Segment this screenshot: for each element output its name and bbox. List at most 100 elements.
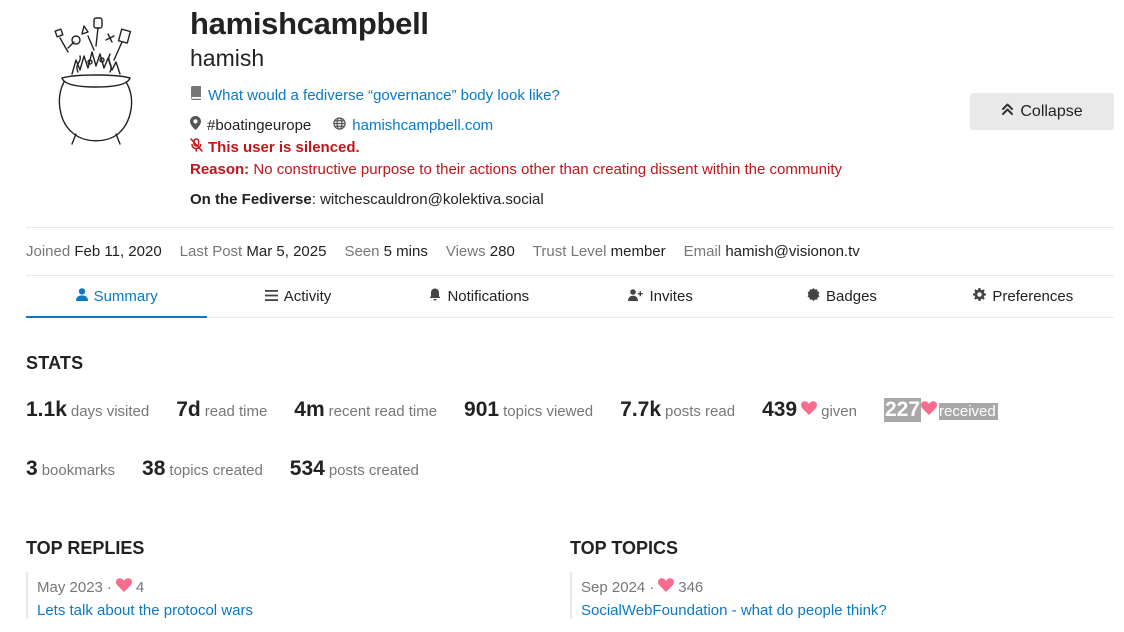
info-email-label: Email xyxy=(683,243,722,260)
stat-value: 227 xyxy=(883,398,922,422)
user-plus-icon xyxy=(628,288,644,305)
info-views-value: 280 xyxy=(489,243,515,260)
microphone-slash-icon xyxy=(190,138,203,156)
item-title-link[interactable]: SocialWebFoundation - what do people thi… xyxy=(581,602,1114,619)
info-email-value: hamish@visionon.tv xyxy=(725,243,860,260)
book-icon xyxy=(190,86,202,104)
reason-label: Reason: xyxy=(190,161,250,178)
item-meta: Sep 2024 · 346 xyxy=(581,578,1114,596)
info-seen-value: 5 mins xyxy=(383,243,428,260)
info-views: Views 280 xyxy=(446,243,515,260)
top-replies-heading: TOP REPLIES xyxy=(26,538,145,558)
tab-preferences-label: Preferences xyxy=(992,288,1074,305)
stat-label: days visited xyxy=(70,403,150,420)
stat-label: bookmarks xyxy=(41,462,116,479)
certificate-icon xyxy=(807,288,820,305)
info-last-post-value[interactable]: Mar 5, 2025 xyxy=(246,243,326,260)
stat-label: posts read xyxy=(665,403,736,420)
separator-dot: · xyxy=(649,578,655,596)
cauldron-avatar-image xyxy=(54,17,133,145)
stat-label: recent read time xyxy=(328,403,438,420)
profile-meta-line: #boatingeurope hamishcampbell.com xyxy=(190,116,493,134)
stat-likes-received: 227 received xyxy=(883,398,998,422)
info-joined-value: Feb 11, 2020 xyxy=(74,243,162,260)
tab-badges[interactable]: Badges xyxy=(751,276,932,317)
stat-label: given xyxy=(821,403,857,420)
info-trust-level: Trust Level member xyxy=(533,243,666,260)
tab-notifications-label: Notifications xyxy=(447,288,530,305)
profile-full-name: hamish xyxy=(190,45,265,71)
tab-invites[interactable]: Invites xyxy=(570,276,751,317)
top-replies-list: May 2023 · 4 Lets talk about the protoco… xyxy=(26,572,546,619)
silenced-label: This user is silenced. xyxy=(208,138,360,156)
item-likes: 346 xyxy=(678,578,704,596)
list-item: May 2023 · 4 Lets talk about the protoco… xyxy=(37,578,546,619)
fediverse-label: On the Fediverse xyxy=(190,191,312,208)
item-date: May 2023 xyxy=(37,578,103,596)
info-joined: Joined Feb 11, 2020 xyxy=(26,243,162,260)
avatar[interactable] xyxy=(46,12,146,152)
info-views-label: Views xyxy=(445,243,486,260)
tab-preferences[interactable]: Preferences xyxy=(933,276,1114,317)
user-icon xyxy=(75,288,88,305)
tab-summary-label: Summary xyxy=(93,288,158,305)
stat-topics-created[interactable]: 38 topics created xyxy=(142,457,263,481)
stat-value: 3 xyxy=(26,457,38,480)
info-trust-level-label: Trust Level xyxy=(532,243,607,260)
silenced-reason: Reason: No constructive purpose to their… xyxy=(190,161,842,178)
stat-bookmarks[interactable]: 3 bookmarks xyxy=(26,457,115,481)
item-date: Sep 2024 xyxy=(581,578,646,596)
map-marker-icon xyxy=(190,116,201,134)
stat-label: received xyxy=(939,403,998,420)
heart-icon xyxy=(658,578,675,596)
stat-value: 534 xyxy=(289,457,325,480)
fediverse-account: On the Fediverse: witchescauldron@kolekt… xyxy=(190,191,544,208)
item-meta: May 2023 · 4 xyxy=(37,578,546,596)
profile-username: hamishcampbell xyxy=(190,6,429,41)
stat-label: posts created xyxy=(328,462,419,479)
top-topics-heading: TOP TOPICS xyxy=(570,538,679,558)
stat-value: 38 xyxy=(142,457,166,480)
tab-invites-label: Invites xyxy=(649,288,693,305)
heart-icon xyxy=(115,578,132,596)
tab-activity[interactable]: Activity xyxy=(207,276,388,317)
info-joined-label: Joined xyxy=(26,243,71,260)
list-item: Sep 2024 · 346 SocialWebFoundation - wha… xyxy=(581,578,1114,619)
collapse-button[interactable]: Collapse xyxy=(970,93,1114,130)
stat-recent-read-time: 4m recent read time xyxy=(294,398,437,422)
tab-notifications[interactable]: Notifications xyxy=(389,276,570,317)
gear-icon xyxy=(973,288,987,305)
stat-label: read time xyxy=(204,403,268,420)
fediverse-handle: witchescauldron@kolektiva.social xyxy=(320,191,544,208)
separator-dot: · xyxy=(106,578,112,596)
tab-activity-label: Activity xyxy=(283,288,332,305)
collapse-button-label: Collapse xyxy=(1020,102,1083,120)
globe-icon xyxy=(333,116,346,134)
stat-posts-read: 7.7k posts read xyxy=(620,398,735,422)
stat-value: 439 xyxy=(762,398,798,421)
featured-topic: What would a fediverse “governance” body… xyxy=(190,86,560,104)
bell-icon xyxy=(429,288,441,305)
stat-read-time: 7d read time xyxy=(176,398,267,422)
item-likes: 4 xyxy=(135,578,145,596)
heart-icon xyxy=(801,400,818,420)
item-title-link[interactable]: Lets talk about the protocol wars xyxy=(37,602,546,619)
stat-label: topics viewed xyxy=(503,403,594,420)
tab-summary[interactable]: Summary xyxy=(26,276,208,318)
tab-badges-label: Badges xyxy=(826,288,877,305)
stats-row-2: 3 bookmarks 38 topics created 534 posts … xyxy=(26,457,446,481)
stats-heading: STATS xyxy=(26,353,84,373)
info-seen-label: Seen xyxy=(344,243,380,260)
top-topics-list: Sep 2024 · 346 SocialWebFoundation - wha… xyxy=(570,572,1114,619)
featured-topic-link[interactable]: What would a fediverse “governance” body… xyxy=(208,87,560,104)
info-last-post-label: Last Post xyxy=(179,243,243,260)
stat-days-visited: 1.1k days visited xyxy=(26,398,149,422)
profile-website-link[interactable]: hamishcampbell.com xyxy=(352,117,493,134)
stat-topics-viewed: 901 topics viewed xyxy=(464,398,593,422)
info-last-post: Last Post Mar 5, 2025 xyxy=(180,243,327,260)
stat-posts-created[interactable]: 534 posts created xyxy=(290,457,419,481)
info-seen: Seen 5 mins xyxy=(344,243,427,260)
user-info-bar: Joined Feb 11, 2020 Last Post Mar 5, 202… xyxy=(26,243,860,260)
stat-likes-given: 439 given xyxy=(762,398,857,422)
stats-row-1: 1.1k days visited 7d read time 4m recent… xyxy=(26,398,1025,422)
